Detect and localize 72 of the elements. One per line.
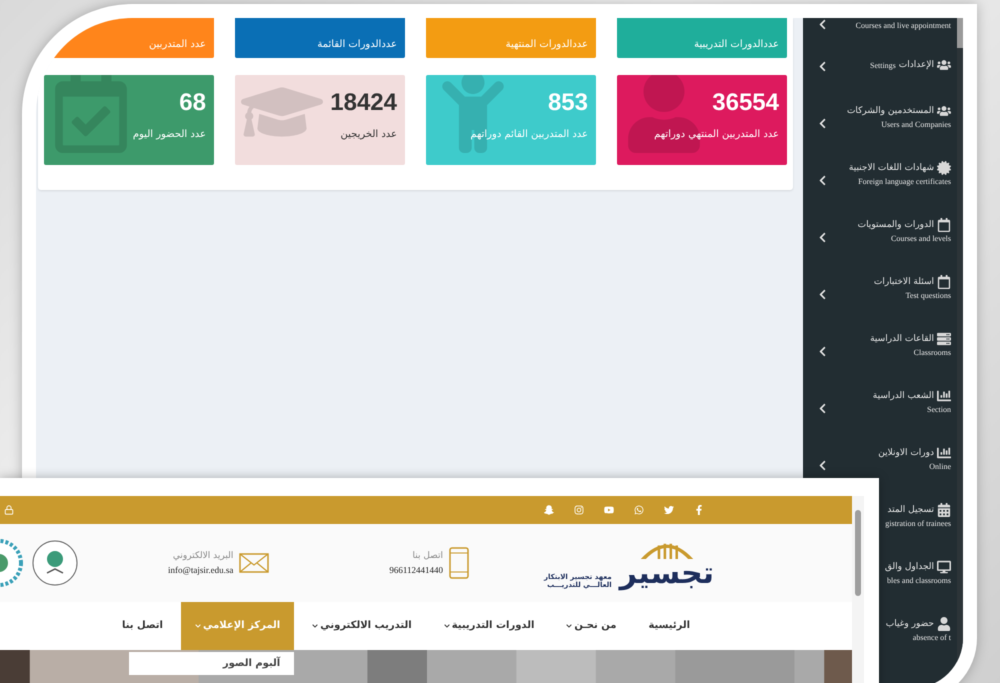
item-label: دورات الاونلاين: [878, 448, 934, 458]
users-icon: [937, 58, 951, 72]
item-label: الجداول والق: [884, 562, 934, 572]
tile-label: عددالدورات التدريبية: [694, 39, 779, 50]
logo-text: تجسير: [620, 558, 714, 589]
tile-label: عدد الحضور اليوم: [132, 129, 206, 140]
tile-label: عدد المتدربين: [149, 39, 206, 50]
users-icon: [937, 104, 951, 118]
item-label: شهادات اللغات الاجنبية: [848, 163, 934, 173]
emblem-icon: [31, 538, 79, 587]
nav-link[interactable]: الرئيسية: [634, 602, 704, 650]
nav-link[interactable]: الدورات التدريبية: [430, 602, 548, 650]
facebook-icon[interactable]: [694, 505, 704, 516]
email-label: البريد الالكتروني: [172, 550, 234, 561]
menu-item[interactable]: آلبوم الصور: [143, 658, 280, 669]
calendar-icon: [937, 503, 951, 517]
item-label: الدورات والمستويات: [858, 220, 934, 230]
item-label: حضور وغياب: [886, 619, 934, 629]
item-subtitle: gistration of trainees: [885, 519, 951, 528]
calendar-icon: [937, 218, 951, 232]
calendar-icon: [937, 275, 951, 289]
item-label: اسئلة الاختبارات: [874, 277, 934, 287]
nav-link[interactable]: من نحـن: [552, 602, 630, 650]
tile-value: 68: [178, 89, 206, 117]
contact-label: اتصل بنا: [412, 550, 443, 561]
nav-link[interactable]: التدريب الالكتروني: [298, 602, 426, 650]
item-subtitle: Classrooms: [914, 348, 951, 357]
item-subtitle: Users and Companies: [881, 120, 951, 129]
tile-label: عددالدورات القائمة: [317, 39, 397, 50]
tile-value: 36554: [711, 89, 779, 117]
item-subtitle: Online: [929, 462, 951, 471]
item-label: الإعدادات: [898, 60, 934, 70]
phone-number: 966112441440: [389, 564, 443, 575]
tile-label: عدد الخريجين: [339, 129, 397, 140]
item-label: الشعب الدراسية: [872, 391, 934, 401]
email-address: info@tajsir.edu.sa: [168, 564, 234, 575]
item-subtitle: Settings: [870, 60, 896, 70]
server-icon: [937, 332, 951, 346]
monitor-icon: [937, 560, 951, 574]
person-icon: [937, 617, 951, 631]
item-subtitle: Test questions: [906, 291, 951, 300]
caret-icon: [444, 622, 450, 629]
item-subtitle: Courses and levels: [891, 234, 951, 243]
youtube-icon[interactable]: [604, 505, 614, 516]
sidebar-item[interactable]: Courses and live appointment: [803, 19, 951, 30]
item-subtitle: bles and classrooms: [887, 576, 951, 585]
mail-icon: [239, 552, 270, 573]
tile-value: 853: [546, 89, 588, 117]
lock-icon[interactable]: [4, 505, 14, 516]
whatsapp-icon[interactable]: [634, 505, 644, 516]
bar-chart-icon: [937, 389, 951, 403]
item-subtitle: Section: [927, 405, 951, 414]
snapchat-icon[interactable]: [544, 505, 554, 516]
phone-icon: [449, 546, 469, 579]
caret-icon: [195, 622, 201, 629]
tile-label: عددالدورات المنتهية: [506, 39, 588, 50]
instagram-icon[interactable]: [574, 505, 584, 516]
tile-label: عدد المتدربين القائم دوراتهم: [469, 129, 588, 140]
twitter-icon[interactable]: [664, 505, 674, 516]
item-label: القاعات الدراسية: [870, 334, 934, 344]
tile-label: عدد المتدربين المنتهي دوراتهم: [653, 129, 779, 140]
item-subtitle: Courses and live appointment: [856, 21, 951, 30]
badge-icon: [937, 161, 951, 175]
item-subtitle: Foreign language certificates: [858, 177, 951, 186]
item-subtitle: absence of t: [912, 633, 951, 642]
caret-icon: [312, 622, 318, 629]
item-label: المستخدمين والشركات: [846, 106, 934, 116]
nav-link[interactable]: اتصل بنا: [108, 602, 177, 650]
tile-value: 18424: [329, 89, 397, 117]
caret-icon: [566, 622, 572, 629]
bar-chart-icon: [937, 446, 951, 460]
item-label: تسجيل المتد: [887, 505, 934, 515]
